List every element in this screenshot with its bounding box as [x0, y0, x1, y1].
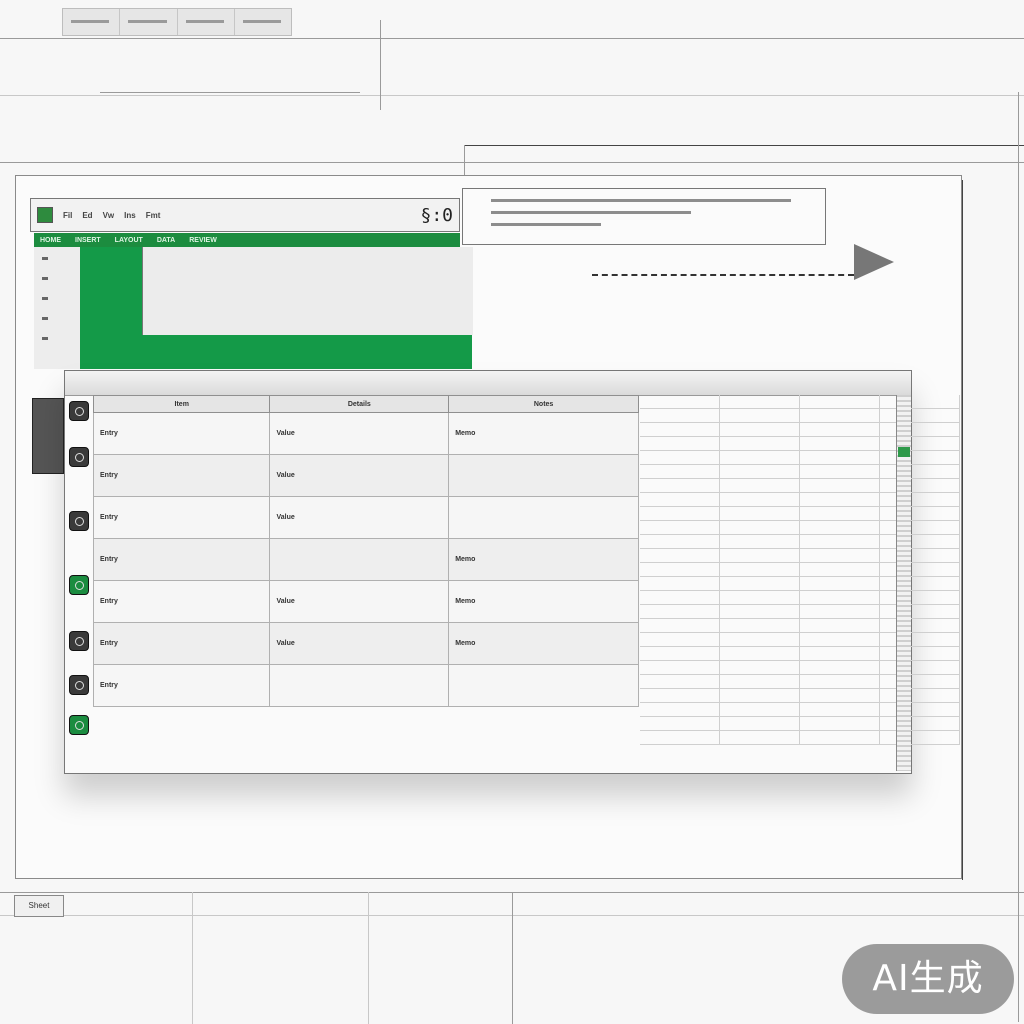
table-cell[interactable]: Value [269, 454, 450, 497]
table-cell[interactable]: Entry [92, 454, 271, 497]
dashed-arrow-line [592, 274, 854, 276]
table-row: Entry Value Memo [92, 580, 639, 623]
ribbon-tab[interactable]: REVIEW [189, 237, 217, 244]
table-cell[interactable]: Value [269, 412, 450, 455]
panel-tick [42, 277, 48, 280]
toolbar-cell[interactable] [63, 9, 121, 35]
column-header[interactable]: Details [269, 395, 450, 413]
row-icon-column [65, 395, 93, 755]
table-cell[interactable] [448, 664, 639, 707]
background-line [1018, 92, 1019, 1022]
spreadsheet-window: Item Details Notes Entry Value Memo Entr… [64, 370, 960, 774]
table-cell[interactable]: Value [269, 580, 450, 623]
table-cell[interactable] [269, 664, 450, 707]
toolbar-cell[interactable] [235, 9, 291, 35]
table-cell[interactable]: Entry [92, 412, 271, 455]
menu-item[interactable]: Ed [82, 211, 92, 220]
background-line [464, 145, 1024, 146]
sheet-header-bar [65, 371, 911, 396]
app-logo-icon [37, 207, 53, 223]
ribbon-tab[interactable]: INSERT [75, 237, 101, 244]
arrow-head-icon [854, 244, 894, 280]
table-row: Entry Value [92, 496, 639, 539]
side-handle[interactable] [32, 398, 64, 474]
ribbon-tab-bar: HOME INSERT LAYOUT DATA REVIEW [34, 233, 460, 247]
vertical-scrollbar[interactable] [896, 395, 911, 771]
row-icon[interactable] [69, 447, 89, 467]
info-line [491, 199, 791, 202]
table-row: Entry [92, 664, 639, 707]
table-cell[interactable]: Entry [92, 538, 271, 581]
column-header[interactable]: Notes [448, 395, 639, 413]
table-cell[interactable] [448, 496, 639, 539]
row-icon[interactable] [69, 675, 89, 695]
toolbar-cell[interactable] [120, 9, 178, 35]
menu-item[interactable]: Fil [63, 211, 72, 220]
menu-item[interactable]: Ins [124, 211, 136, 220]
row-icon[interactable] [69, 715, 89, 735]
row-icon[interactable] [69, 401, 89, 421]
table-cell[interactable]: Memo [448, 580, 639, 623]
table-cell[interactable] [269, 538, 450, 581]
window-controls-icon[interactable]: §:0 [420, 205, 453, 226]
footer-label: Sheet [14, 895, 64, 917]
watermark-badge: AI生成 [842, 944, 1014, 1014]
table-cell[interactable]: Memo [448, 622, 639, 665]
table-cell[interactable]: Entry [92, 664, 271, 707]
ribbon-tab[interactable]: LAYOUT [115, 237, 143, 244]
app-titlebar: Fil Ed Vw Ins Fmt §:0 [30, 198, 460, 232]
info-panel [462, 188, 826, 245]
menu-item[interactable]: Fmt [146, 211, 161, 220]
panel-tick [42, 297, 48, 300]
data-table: Item Details Notes Entry Value Memo Entr… [92, 395, 639, 707]
row-icon[interactable] [69, 511, 89, 531]
table-row: Entry Value [92, 454, 639, 497]
table-cell[interactable]: Entry [92, 496, 271, 539]
panel-tick [42, 337, 48, 340]
table-row: Entry Memo [92, 538, 639, 581]
scrollbar-thumb[interactable] [898, 447, 910, 457]
panel-tick [42, 317, 48, 320]
background-line [368, 892, 369, 1024]
background-line [962, 180, 963, 880]
table-cell[interactable] [448, 454, 639, 497]
background-line [0, 38, 1024, 39]
row-icon[interactable] [69, 631, 89, 651]
ribbon-tab[interactable]: DATA [157, 237, 175, 244]
background-line [0, 162, 1024, 163]
row-icon[interactable] [69, 575, 89, 595]
info-line [491, 211, 691, 214]
column-header[interactable]: Item [92, 395, 271, 413]
empty-grid-area[interactable] [640, 395, 960, 745]
table-header-row: Item Details Notes [92, 395, 639, 413]
background-line [380, 20, 381, 110]
toolbar-cell[interactable] [178, 9, 235, 35]
info-line [491, 223, 601, 226]
menu-item[interactable]: Vw [103, 211, 115, 220]
background-line [100, 92, 360, 93]
background-line [512, 892, 513, 1024]
table-cell[interactable]: Memo [448, 538, 639, 581]
panel-tick [42, 257, 48, 260]
ribbon-command-area [142, 247, 473, 335]
table-cell[interactable]: Entry [92, 580, 271, 623]
table-cell[interactable]: Value [269, 496, 450, 539]
ribbon-side-panel [34, 247, 81, 369]
table-cell[interactable]: Value [269, 622, 450, 665]
background-line [192, 892, 193, 1024]
ribbon-tab[interactable]: HOME [40, 237, 61, 244]
top-toolbar [62, 8, 292, 36]
table-cell[interactable]: Memo [448, 412, 639, 455]
table-cell[interactable]: Entry [92, 622, 271, 665]
table-row: Entry Value Memo [92, 622, 639, 665]
background-line [0, 95, 1024, 96]
table-row: Entry Value Memo [92, 412, 639, 455]
